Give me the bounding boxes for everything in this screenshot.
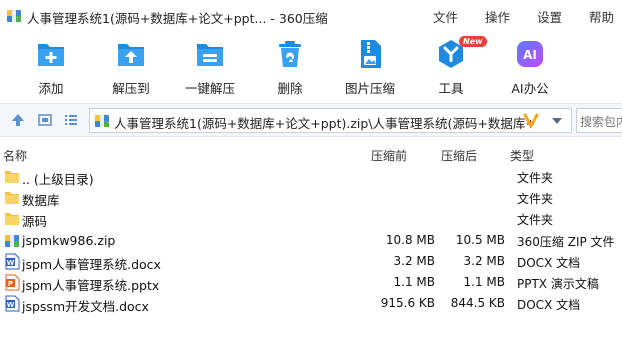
size-before: 3.2 MB	[393, 254, 435, 268]
size-before: 915.6 KB	[380, 296, 435, 310]
file-name: jspm人事管理系统.pptx	[22, 278, 160, 293]
extract-to-label: 解压到	[112, 81, 150, 96]
menu-settings[interactable]: 设置	[537, 7, 562, 26]
address-row: 人事管理系统1(源码+数据库+论文+ppt).zip\人事管理系统(源码+数据库…	[0, 103, 622, 137]
file-name: 源码	[22, 214, 48, 229]
up-arrow-icon[interactable]	[10, 112, 26, 128]
one-click-extract-icon	[197, 44, 223, 66]
svg-text:P: P	[8, 280, 13, 288]
delete-label: 删除	[277, 81, 303, 96]
size-before: 10.8 MB	[385, 233, 435, 247]
column-type[interactable]: 类型	[510, 147, 534, 164]
file-type: PPTX 演示文稿	[517, 277, 599, 291]
column-name[interactable]: 名称	[3, 147, 27, 164]
add-icon	[38, 44, 64, 66]
add-label: 添加	[38, 81, 64, 96]
app-logo-icon	[7, 10, 21, 22]
title-bar: 人事管理系统1(源码+数据库+论文+ppt... - 360压缩 文件 操作 设…	[0, 0, 622, 32]
column-header: 名称 压缩前 压缩后 类型	[0, 144, 622, 166]
list-view-icon[interactable]	[63, 112, 79, 128]
ppt-icon: P	[5, 274, 20, 291]
folder-icon	[5, 192, 19, 204]
svg-text:W: W	[7, 301, 15, 309]
file-name: jspm人事管理系统.docx	[22, 257, 161, 272]
word-icon: W	[5, 253, 20, 270]
file-name: 数据库	[22, 193, 60, 208]
delete-button[interactable]: 删除	[254, 36, 326, 96]
file-name: jspssm开发文档.docx	[22, 299, 149, 314]
file-type: DOCX 文档	[517, 256, 581, 270]
search-input[interactable]: 搜索包内	[576, 108, 622, 133]
size-after: 844.5 KB	[450, 296, 505, 310]
file-name: jspmkw986.zip	[22, 233, 116, 248]
size-after: 1.1 MB	[463, 275, 505, 289]
folder-icon	[5, 213, 19, 225]
size-before: 1.1 MB	[393, 275, 435, 289]
image-compress-icon	[361, 40, 381, 68]
add-button[interactable]: 添加	[15, 36, 87, 96]
ai-office-icon: AI	[517, 41, 543, 67]
one-click-extract-button[interactable]: 一键解压	[174, 36, 246, 96]
file-row[interactable]: 源码 文件夹	[0, 208, 622, 229]
menu-file[interactable]: 文件	[433, 7, 458, 26]
file-row[interactable]: W jspssm开发文档.docx 915.6 KB 844.5 KB DOCX…	[0, 293, 622, 314]
tools-button[interactable]: New 工具	[415, 36, 487, 96]
window-title: 人事管理系统1(源码+数据库+论文+ppt... - 360压缩	[27, 11, 328, 26]
image-compress-button[interactable]: 图片压缩	[334, 36, 406, 96]
ai-office-button[interactable]: AI AI办公	[494, 36, 566, 96]
toolbar: 添加 解压到 一键解压 删除 图片压缩 New 工具 AI AI办公	[0, 32, 622, 98]
file-type: 文件夹	[517, 213, 554, 227]
dropdown-arrow-icon[interactable]	[546, 109, 568, 132]
delete-icon	[279, 41, 301, 67]
address-bar[interactable]: 人事管理系统1(源码+数据库+论文+ppt).zip\人事管理系统(源码+数据库…	[89, 108, 572, 133]
folder-icon	[5, 171, 19, 183]
path-chevron-icon[interactable]	[520, 109, 542, 132]
thumbnail-view-icon[interactable]	[37, 112, 53, 128]
column-compressed-after[interactable]: 压缩后	[441, 147, 477, 164]
zip-icon	[5, 235, 19, 247]
image-compress-label: 图片压缩	[344, 81, 395, 96]
ai-office-label: AI办公	[511, 81, 549, 96]
new-badge: New	[459, 36, 487, 47]
zip-archive-icon	[95, 115, 109, 127]
file-name: .. (上级目录)	[22, 172, 94, 187]
tools-label: 工具	[438, 81, 464, 96]
menu-operation[interactable]: 操作	[485, 7, 510, 26]
file-row[interactable]: .. (上级目录) 文件夹	[0, 166, 622, 187]
file-row[interactable]: jspmkw986.zip 10.8 MB 10.5 MB 360压缩 ZIP …	[0, 230, 622, 251]
file-type: DOCX 文档	[517, 298, 581, 312]
address-path: 人事管理系统1(源码+数据库+论文+ppt).zip\人事管理系统(源码+数据库…	[114, 116, 534, 131]
svg-text:AI: AI	[523, 48, 537, 62]
size-after: 3.2 MB	[463, 254, 505, 268]
column-compressed-before[interactable]: 压缩前	[371, 147, 407, 164]
extract-to-icon	[118, 44, 144, 66]
file-row[interactable]: W jspm人事管理系统.docx 3.2 MB 3.2 MB DOCX 文档	[0, 251, 622, 272]
word-icon: W	[5, 295, 20, 312]
svg-text:W: W	[7, 259, 15, 267]
menu-help[interactable]: 帮助	[589, 7, 614, 26]
file-type: 文件夹	[517, 192, 554, 206]
size-after: 10.5 MB	[455, 233, 505, 247]
one-click-extract-label: 一键解压	[184, 81, 235, 96]
file-row[interactable]: 数据库 文件夹	[0, 187, 622, 208]
search-placeholder: 搜索包内	[580, 115, 622, 129]
file-row[interactable]: P jspm人事管理系统.pptx 1.1 MB 1.1 MB PPTX 演示文…	[0, 272, 622, 293]
file-type: 文件夹	[517, 171, 554, 185]
file-type: 360压缩 ZIP 文件	[517, 235, 615, 249]
extract-to-button[interactable]: 解压到	[95, 36, 167, 96]
